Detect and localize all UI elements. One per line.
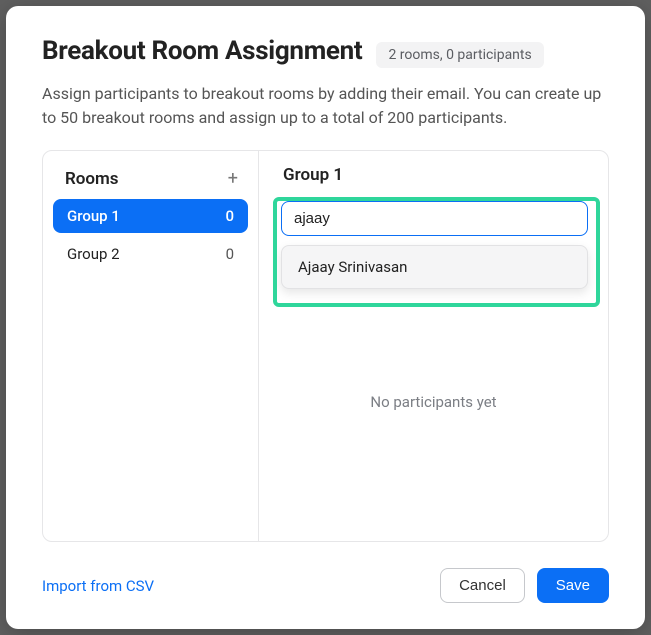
current-room-title: Group 1 bbox=[283, 165, 588, 185]
modal-content: Breakout Room Assignment 2 rooms, 0 part… bbox=[6, 6, 645, 558]
save-button[interactable]: Save bbox=[537, 568, 609, 603]
room-count: 0 bbox=[226, 245, 234, 263]
suggestion-item[interactable]: Ajaay Srinivasan bbox=[282, 246, 587, 288]
no-participants-text: No participants yet bbox=[259, 393, 608, 411]
cancel-button[interactable]: Cancel bbox=[440, 568, 525, 603]
summary-badge: 2 rooms, 0 participants bbox=[376, 42, 543, 68]
participants-panel: Group 1 Ajaay Srinivasan No participants… bbox=[259, 151, 608, 541]
panels: Rooms + Group 1 0 Group 2 0 Group 1 bbox=[42, 150, 609, 542]
import-csv-link[interactable]: Import from CSV bbox=[42, 577, 154, 595]
heading-row: Breakout Room Assignment 2 rooms, 0 part… bbox=[42, 36, 609, 68]
breakout-assignment-modal: Breakout Room Assignment 2 rooms, 0 part… bbox=[6, 6, 645, 629]
add-room-icon[interactable]: + bbox=[228, 170, 238, 188]
rooms-panel: Rooms + Group 1 0 Group 2 0 bbox=[43, 151, 259, 541]
room-count: 0 bbox=[225, 207, 234, 225]
room-item-group-1[interactable]: Group 1 0 bbox=[53, 199, 248, 233]
room-name: Group 1 bbox=[67, 207, 120, 225]
modal-description: Assign participants to breakout rooms by… bbox=[42, 82, 609, 130]
footer-actions: Cancel Save bbox=[440, 568, 609, 603]
suggestion-dropdown: Ajaay Srinivasan bbox=[281, 245, 588, 289]
rooms-header: Rooms + bbox=[53, 165, 248, 199]
search-wrap: Ajaay Srinivasan bbox=[281, 201, 588, 236]
room-item-group-2[interactable]: Group 2 0 bbox=[53, 237, 248, 271]
modal-title: Breakout Room Assignment bbox=[42, 36, 362, 66]
participant-search-input[interactable] bbox=[281, 201, 588, 236]
rooms-label: Rooms bbox=[65, 169, 119, 189]
modal-footer: Import from CSV Cancel Save bbox=[6, 558, 645, 629]
room-name: Group 2 bbox=[67, 245, 120, 263]
